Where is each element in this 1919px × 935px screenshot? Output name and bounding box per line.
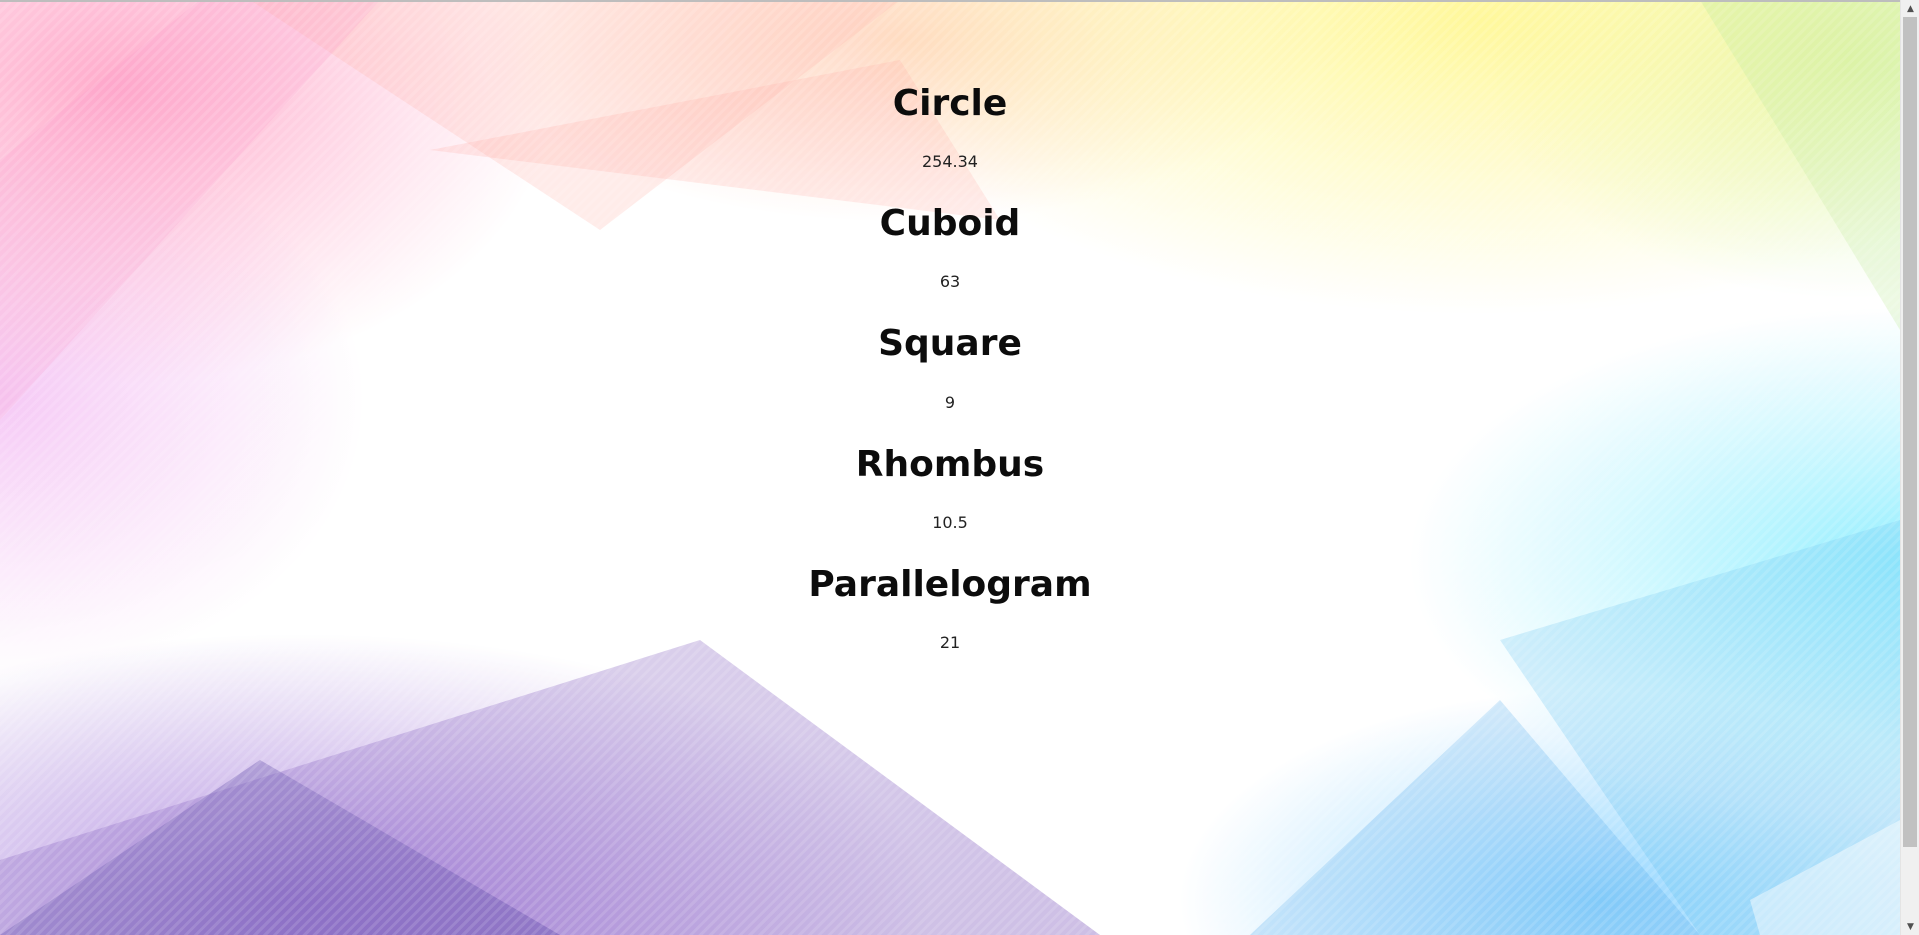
shape-item-parallelogram: Parallelogram [0, 565, 1900, 605]
shape-value: 9 [944, 393, 956, 412]
shape-value-square: 9 [0, 393, 1900, 413]
shape-value-cuboid: 63 [0, 272, 1900, 292]
shape-title: Square [878, 323, 1022, 364]
vertical-scrollbar[interactable]: ▲ ▼ [1900, 0, 1919, 935]
shape-value-rhombus: 10.5 [0, 513, 1900, 533]
shape-title: Circle [892, 83, 1008, 124]
shape-value: 254.34 [922, 152, 978, 171]
shape-item-cuboid: Cuboid [0, 204, 1900, 244]
shape-title: Cuboid [879, 203, 1021, 244]
shape-item-square: Square [0, 324, 1900, 364]
shape-value-parallelogram: 21 [0, 633, 1900, 653]
scrollbar-thumb[interactable] [1903, 17, 1917, 847]
shape-title: Parallelogram [808, 564, 1092, 605]
triangle-up-icon[interactable]: ▲ [1901, 0, 1919, 17]
shape-value: 63 [939, 272, 961, 291]
triangle-down-icon[interactable]: ▼ [1901, 918, 1919, 935]
shape-value: 10.5 [932, 513, 968, 532]
shape-value-circle: 254.34 [0, 152, 1900, 172]
shape-item-rhombus: Rhombus [0, 445, 1900, 485]
shape-value: 21 [939, 633, 961, 652]
shape-title: Rhombus [855, 444, 1045, 485]
window-top-border [0, 0, 1900, 2]
shape-item-circle: Circle [0, 84, 1900, 124]
